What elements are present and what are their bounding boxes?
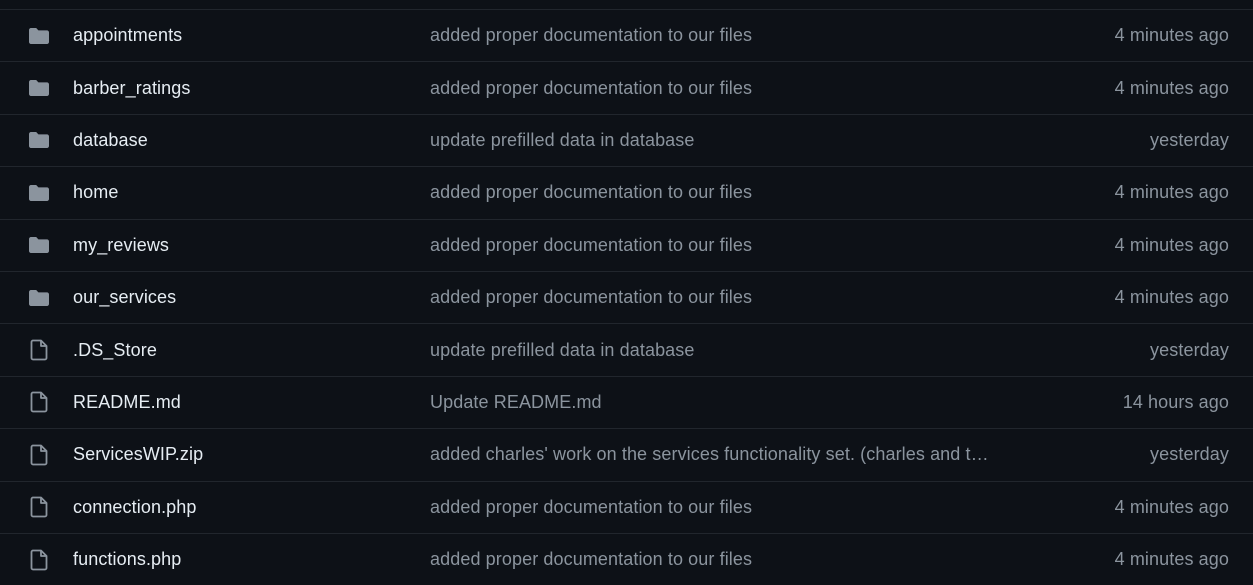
commit-age: 4 minutes ago [1114, 549, 1229, 570]
folder-icon [27, 25, 51, 47]
folder-icon [27, 77, 51, 99]
file-name-link[interactable]: connection.php [73, 497, 197, 518]
file-name-link[interactable]: barber_ratings [73, 78, 190, 99]
file-row-5[interactable]: our_services added proper documentation … [0, 270, 1253, 323]
file-row-8[interactable]: ServicesWIP.zip added charles' work on t… [0, 428, 1253, 480]
file-name-link[interactable]: database [73, 130, 148, 151]
file-row-0[interactable]: appointments added proper documentation … [0, 9, 1253, 61]
file-name-link[interactable]: .DS_Store [73, 340, 157, 361]
file-row-10[interactable]: functions.php added proper documentation… [0, 532, 1253, 585]
file-name-link[interactable]: my_reviews [73, 235, 169, 256]
commit-age: 4 minutes ago [1114, 287, 1229, 308]
commit-age: 4 minutes ago [1114, 77, 1229, 98]
file-row-9[interactable]: connection.php added proper documentatio… [0, 480, 1253, 533]
commit-message-link[interactable]: Update README.md [430, 392, 1070, 413]
commit-age: 14 hours ago [1122, 391, 1229, 412]
commit-age: yesterday [1150, 129, 1229, 150]
commit-age: 4 minutes ago [1114, 182, 1229, 203]
file-icon [27, 496, 51, 518]
file-name-link[interactable]: appointments [73, 25, 182, 46]
file-icon [27, 339, 51, 361]
file-row-4[interactable]: my_reviews added proper documentation to… [0, 218, 1253, 271]
commit-message-link[interactable]: added proper documentation to our files [430, 235, 1070, 256]
commit-message-link[interactable]: added proper documentation to our files [430, 78, 1070, 99]
file-row-7[interactable]: README.md Update README.md 14 hours ago [0, 375, 1253, 428]
file-icon [27, 444, 51, 466]
commit-age: 4 minutes ago [1114, 25, 1229, 46]
file-name-link[interactable]: functions.php [73, 549, 181, 570]
file-name-link[interactable]: home [73, 182, 118, 203]
file-icon [27, 549, 51, 571]
commit-message-link[interactable]: added proper documentation to our files [430, 549, 1070, 570]
commit-message-link[interactable]: added charles' work on the services func… [430, 444, 1070, 465]
commit-age: yesterday [1150, 444, 1229, 465]
commit-age: yesterday [1150, 339, 1229, 360]
file-name-link[interactable]: README.md [73, 392, 181, 413]
file-row-2[interactable]: database update prefilled data in databa… [0, 113, 1253, 166]
commit-message-link[interactable]: added proper documentation to our files [430, 497, 1070, 518]
folder-icon [27, 234, 51, 256]
commit-message-link[interactable]: update prefilled data in database [430, 340, 1070, 361]
file-name-link[interactable]: our_services [73, 287, 176, 308]
commit-age: 4 minutes ago [1114, 234, 1229, 255]
file-name-link[interactable]: ServicesWIP.zip [73, 444, 203, 465]
folder-icon [27, 182, 51, 204]
folder-icon [27, 129, 51, 151]
file-row-6[interactable]: .DS_Store update prefilled data in datab… [0, 323, 1253, 375]
commit-message-link[interactable]: added proper documentation to our files [430, 287, 1070, 308]
file-icon [27, 391, 51, 413]
folder-icon [27, 287, 51, 309]
file-list: appointments added proper documentation … [0, 9, 1253, 585]
commit-message-link[interactable]: added proper documentation to our files [430, 182, 1070, 203]
file-row-3[interactable]: home added proper documentation to our f… [0, 166, 1253, 218]
commit-age: 4 minutes ago [1114, 496, 1229, 517]
file-row-1[interactable]: barber_ratings added proper documentatio… [0, 61, 1253, 113]
commit-message-link[interactable]: update prefilled data in database [430, 130, 1070, 151]
commit-message-link[interactable]: added proper documentation to our files [430, 25, 1070, 46]
